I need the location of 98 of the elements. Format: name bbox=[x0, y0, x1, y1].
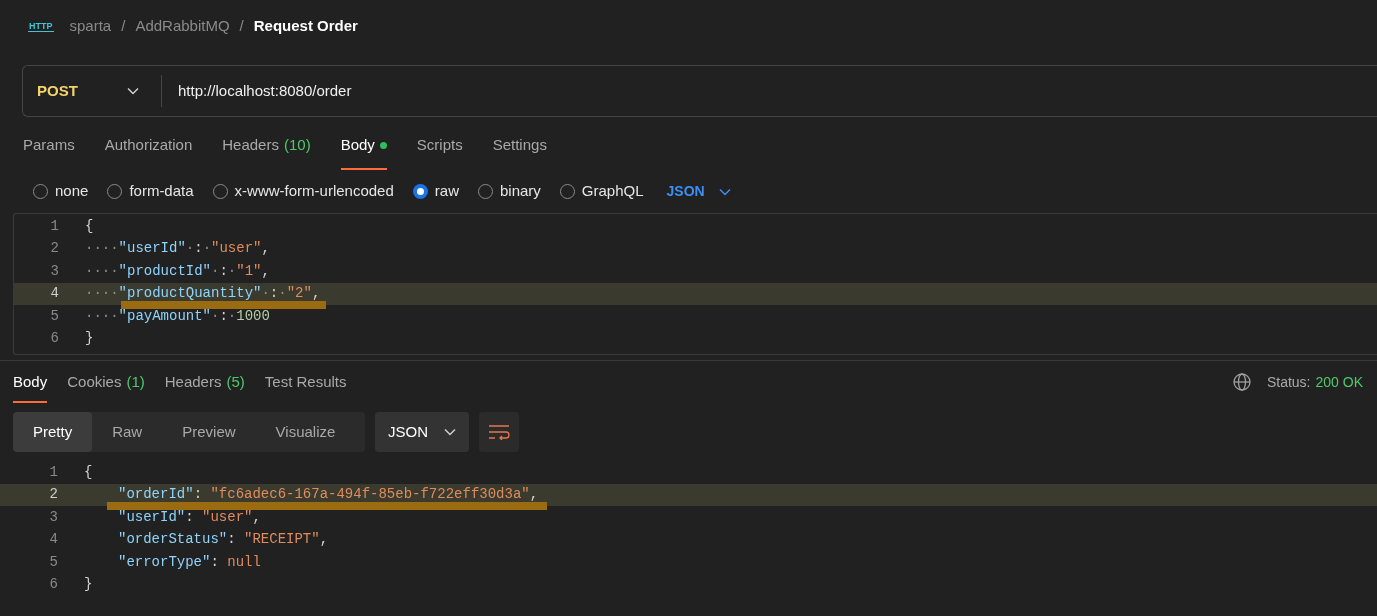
whitespace-marker: · bbox=[227, 261, 237, 281]
json-string: "user" bbox=[202, 507, 253, 527]
json-punctuation: : bbox=[194, 239, 203, 259]
radio-label[interactable]: none bbox=[55, 180, 89, 203]
line-number: 5 bbox=[48, 552, 59, 572]
request-tab[interactable]: Authorization bbox=[104, 122, 193, 170]
response-tab[interactable]: Cookies (1) bbox=[67, 361, 145, 403]
breadcrumb-separator: / bbox=[239, 16, 244, 37]
radio-button[interactable] bbox=[412, 184, 428, 199]
status-label: Status: bbox=[1266, 372, 1311, 392]
whitespace-marker: · bbox=[227, 306, 237, 326]
json-punctuation: : bbox=[185, 507, 195, 527]
status-value: 200 OK bbox=[1315, 372, 1363, 392]
line-number: 1 bbox=[48, 462, 59, 482]
json-key: "errorType" bbox=[118, 551, 211, 573]
request-tab[interactable]: Settings bbox=[492, 122, 547, 170]
line-number: 6 bbox=[49, 329, 60, 349]
whitespace-marker: · bbox=[202, 239, 212, 259]
radio-label[interactable]: GraphQL bbox=[581, 180, 644, 203]
request-title: Request Order bbox=[253, 16, 358, 37]
line-number: 3 bbox=[48, 507, 59, 527]
view-mode-option[interactable]: Raw bbox=[92, 412, 163, 452]
chevron-down-icon bbox=[127, 87, 139, 95]
whitespace-marker: · bbox=[278, 284, 287, 304]
view-mode-option[interactable]: Visualize bbox=[255, 412, 356, 452]
json-number: 1000 bbox=[236, 306, 270, 326]
whitespace-marker: ···· bbox=[85, 261, 119, 281]
wrap-lines-icon bbox=[488, 424, 510, 440]
format-dropdown[interactable]: JSON bbox=[666, 181, 731, 202]
whitespace-marker: ···· bbox=[85, 284, 119, 304]
request-tab[interactable]: Body bbox=[340, 122, 387, 170]
url-bar[interactable]: POST http://localhost:8080/order bbox=[22, 65, 1377, 117]
radio-label[interactable]: form-data bbox=[129, 180, 194, 203]
response-format-dropdown[interactable]: JSON bbox=[375, 412, 469, 452]
json-string: "2" bbox=[286, 284, 312, 304]
method-dropdown[interactable]: POST bbox=[23, 66, 161, 116]
globe-icon bbox=[1232, 373, 1251, 391]
json-punctuation: , bbox=[252, 507, 261, 527]
json-key: "userId" bbox=[118, 238, 186, 260]
whitespace-marker: ···· bbox=[85, 306, 119, 326]
request-tab[interactable]: Scripts bbox=[416, 122, 463, 170]
line-number: 3 bbox=[49, 261, 60, 281]
breadcrumb-link[interactable]: AddRabbitMQ bbox=[135, 15, 230, 38]
whitespace-marker: ···· bbox=[85, 239, 119, 259]
json-punctuation: , bbox=[311, 284, 321, 304]
line-number: 2 bbox=[48, 485, 59, 505]
json-punctuation: } bbox=[84, 575, 93, 595]
json-key: "orderStatus" bbox=[118, 529, 228, 551]
whitespace-marker: · bbox=[211, 261, 220, 281]
view-mode-option[interactable]: Preview bbox=[162, 412, 256, 452]
request-tab[interactable]: Headers (10) bbox=[222, 122, 311, 170]
chevron-down-icon bbox=[444, 428, 456, 436]
radio-label[interactable]: raw bbox=[434, 180, 459, 203]
json-punctuation: : bbox=[219, 306, 228, 326]
view-mode-option[interactable]: Pretty bbox=[13, 412, 93, 452]
json-punctuation: } bbox=[85, 329, 94, 349]
json-punctuation: : bbox=[210, 552, 220, 572]
whitespace-marker: · bbox=[211, 306, 220, 326]
json-punctuation: , bbox=[529, 485, 539, 505]
json-punctuation: : bbox=[227, 530, 237, 550]
radio-label[interactable]: binary bbox=[499, 180, 541, 203]
whitespace-marker: · bbox=[185, 239, 195, 259]
json-punctuation: : bbox=[269, 284, 279, 304]
request-body-editor[interactable]: 1 { 2 ····"userId"·:·"user", 3 ····"productId"·:·"1", 4 ····"productQuantity"·:·"2", 5 ····"payAmount"·:·1000 6 } bbox=[13, 213, 1377, 355]
json-key: "userId" bbox=[118, 506, 186, 528]
json-punctuation: { bbox=[85, 216, 94, 236]
line-number: 2 bbox=[49, 239, 60, 259]
json-null: null bbox=[227, 552, 261, 572]
json-string: "user" bbox=[211, 239, 262, 259]
json-punctuation: , bbox=[319, 530, 329, 550]
response-tab[interactable]: Test Results bbox=[264, 361, 347, 403]
json-punctuation: { bbox=[84, 462, 93, 482]
line-number: 5 bbox=[49, 306, 60, 326]
json-key: "productQuantity" bbox=[118, 283, 262, 305]
line-number: 1 bbox=[49, 216, 60, 236]
chevron-down-icon bbox=[718, 187, 731, 196]
json-key: "orderId" bbox=[118, 484, 194, 506]
json-key: "payAmount" bbox=[118, 305, 212, 327]
response-tab[interactable]: Body bbox=[13, 361, 48, 403]
json-punctuation: , bbox=[261, 239, 270, 259]
line-number: 6 bbox=[48, 575, 59, 595]
breadcrumb-separator: / bbox=[121, 16, 126, 37]
line-number: 4 bbox=[49, 284, 60, 304]
request-tab[interactable]: Params bbox=[23, 122, 75, 170]
url-field[interactable]: http://localhost:8080/order bbox=[162, 79, 1377, 103]
json-key: "productId" bbox=[118, 260, 212, 282]
json-string: "RECEIPT" bbox=[244, 530, 320, 550]
json-string: "1" bbox=[236, 261, 262, 281]
wrap-lines-button[interactable] bbox=[479, 412, 519, 452]
breadcrumb-link[interactable]: sparta bbox=[69, 15, 112, 38]
json-punctuation: : bbox=[193, 485, 204, 505]
response-tab[interactable]: Headers (5) bbox=[164, 361, 245, 403]
line-number: 4 bbox=[48, 530, 59, 550]
json-punctuation: : bbox=[219, 261, 228, 281]
json-punctuation: , bbox=[261, 261, 270, 281]
radio-label[interactable]: x-www-form-urlencoded bbox=[234, 180, 394, 203]
whitespace-marker: · bbox=[261, 284, 270, 304]
json-string: "fc6adec6-167a-494f-85eb-f722eff30d3a" bbox=[210, 485, 530, 505]
